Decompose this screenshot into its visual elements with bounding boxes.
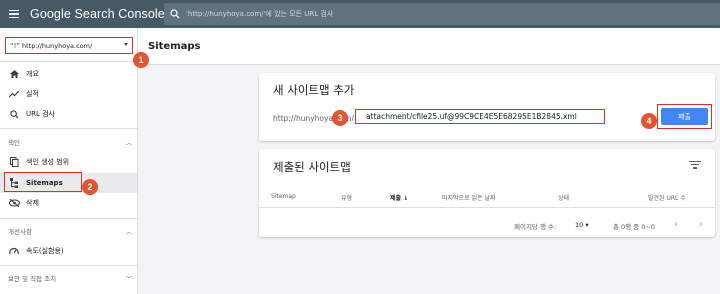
prev-page-icon[interactable]: ‹ (674, 219, 678, 230)
arrow-down-icon: ↓ (403, 195, 409, 202)
annotation-box-sitemaps (4, 172, 82, 192)
sitemap-url-input[interactable]: attachment/cfile25.uf@99C9CE4E5E68295E1B… (355, 109, 605, 124)
column-header-submitted[interactable]: 제출 ↓ (390, 193, 408, 202)
divider (0, 61, 137, 62)
column-header-type[interactable]: 유형 (341, 193, 352, 202)
divider (0, 265, 137, 266)
app-title[interactable]: Google Search Console (30, 7, 165, 21)
page-title: Sitemaps (148, 40, 201, 52)
sidebar-item-speed[interactable]: 속도(실험용) (0, 241, 137, 261)
sidebar-item-removals[interactable]: 삭제 (0, 193, 137, 213)
section-improvements[interactable]: 개선사항 ︿ (8, 225, 132, 237)
next-page-icon[interactable]: › (699, 219, 703, 230)
column-header-last-read[interactable]: 마지막으로 읽은 날짜 (442, 193, 496, 202)
section-index[interactable]: 색인 ︿ (8, 136, 132, 148)
trending-icon (8, 90, 20, 98)
property-url: http://hunyhoya.com/ (22, 41, 93, 50)
sidebar-item-coverage[interactable]: 색인 생성 범위 (0, 152, 137, 172)
sidebar-item-performance[interactable]: 실적 (0, 84, 137, 104)
speed-icon (8, 247, 20, 255)
sidebar-item-url-inspection[interactable]: URL 검사 (0, 104, 137, 124)
section-security[interactable]: 보안 및 직접 조치 ﹀ (8, 272, 132, 284)
annotation-badge-4: 4 (641, 113, 657, 129)
divider (0, 128, 137, 129)
add-sitemap-card: 새 사이트맵 추가 http://hunyhoya.com/ attachmen… (259, 73, 715, 141)
chevron-up-icon: ︿ (125, 228, 132, 236)
home-icon (8, 70, 20, 78)
page-title-bar: Sitemaps (138, 28, 720, 65)
chevron-up-icon: ︿ (125, 139, 132, 147)
file-copy-icon (8, 157, 20, 167)
app-header: Google Search Console 'http://hunyhoya.c… (0, 0, 720, 28)
add-sitemap-title: 새 사이트맵 추가 (273, 83, 355, 97)
caret-down-icon (124, 43, 128, 46)
annotation-badge-1: 1 (133, 52, 149, 68)
sidebar: “!” http://hunyhoya.com/ 개요 실적 URL 검사 색인… (0, 28, 138, 294)
annotation-badge-3: 3 (332, 110, 348, 126)
submit-button[interactable]: 제출 (661, 108, 708, 125)
divider (0, 218, 137, 219)
chevron-down-icon: ﹀ (125, 275, 132, 283)
filter-icon[interactable] (689, 161, 701, 171)
column-header-status[interactable]: 상태 (558, 193, 569, 202)
annotation-box-submit: 제출 (657, 104, 712, 129)
search-input[interactable]: 'http://hunyhoya.com/'에 있는 모든 URL 검사 (186, 9, 333, 19)
caret-down-icon: ▾ (585, 221, 589, 229)
submitted-sitemaps-card: 제출된 사이트맵 Sitemap 유형 제출 ↓ 마지막으로 읽은 날짜 상태 … (259, 149, 715, 237)
menu-icon[interactable] (0, 0, 28, 28)
rows-per-page-label: 페이지당 행 수: (514, 223, 557, 231)
annotation-badge-2: 2 (82, 179, 98, 195)
sidebar-item-overview[interactable]: 개요 (0, 64, 137, 84)
property-selector[interactable]: “!” http://hunyhoya.com/ (5, 37, 133, 54)
search-icon (164, 3, 186, 25)
url-inspect-search[interactable]: 'http://hunyhoya.com/'에 있는 모든 URL 검사 (164, 3, 720, 25)
column-header-discovered-urls[interactable]: 발견된 URL 수 (648, 193, 686, 202)
submitted-sitemaps-title: 제출된 사이트맵 (273, 160, 351, 174)
column-header-sitemap[interactable]: Sitemap (271, 193, 296, 200)
property-icon: “!” (10, 41, 21, 50)
search-icon (8, 109, 20, 119)
visibility-off-icon (8, 199, 20, 207)
table-divider (259, 207, 715, 208)
rows-per-page-select[interactable]: 10 ▾ (575, 221, 589, 229)
pagination-range: 총 0행 중 0~0 (613, 223, 655, 231)
